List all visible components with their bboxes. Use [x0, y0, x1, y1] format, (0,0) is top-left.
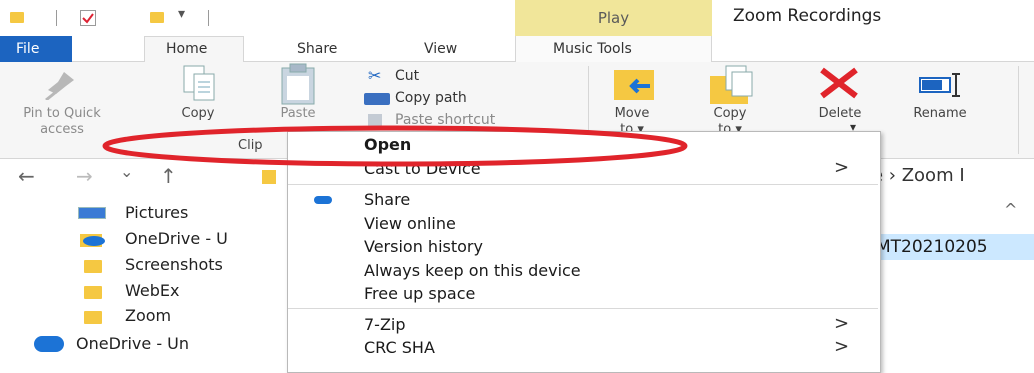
- customize-toolbar-icon[interactable]: ▾: [178, 6, 185, 22]
- menu-item-share[interactable]: Share: [364, 190, 410, 209]
- menu-item-free-up-space[interactable]: Free up space: [364, 284, 475, 303]
- menu-separator: [288, 184, 878, 185]
- menu-separator: [288, 308, 878, 309]
- copy-icon: [180, 64, 220, 108]
- menu-item-version-history[interactable]: Version history: [364, 237, 483, 256]
- move-to-icon: [612, 68, 656, 106]
- back-button[interactable]: ←: [18, 164, 35, 188]
- copy-to-icon: [708, 64, 756, 110]
- menu-item-open[interactable]: Open: [364, 135, 411, 154]
- menu-item-view-online[interactable]: View online: [364, 214, 456, 233]
- context-menu: Open Cast to Device > Share View online …: [287, 131, 881, 373]
- sidebar-item-webex[interactable]: WebEx: [125, 281, 179, 300]
- submenu-arrow-icon: >: [834, 157, 850, 178]
- delete-x-icon: [818, 66, 860, 104]
- folder-icon: [84, 260, 102, 273]
- folder-icon: [84, 311, 102, 324]
- cut-button[interactable]: Cut: [395, 68, 419, 84]
- recent-locations-button[interactable]: ⌄: [120, 162, 133, 181]
- rename-button[interactable]: Rename: [904, 106, 976, 121]
- sidebar-item-screenshots[interactable]: Screenshots: [125, 255, 223, 274]
- new-folder-icon[interactable]: [150, 12, 164, 23]
- copy-label[interactable]: Copy: [176, 106, 220, 121]
- tab-view[interactable]: View: [424, 41, 457, 57]
- separator: [208, 10, 209, 26]
- address-folder-icon: [262, 170, 276, 184]
- copy-path-button[interactable]: Copy path: [395, 90, 467, 106]
- submenu-arrow-icon: >: [834, 313, 850, 334]
- onedrive-cloud-icon: [34, 336, 64, 352]
- paste-shortcut-button[interactable]: Paste shortcut: [395, 112, 495, 128]
- sidebar-item-onedrive[interactable]: OneDrive - U: [125, 229, 228, 248]
- folder-icon: [84, 286, 102, 299]
- menu-item-always-keep[interactable]: Always keep on this device: [364, 261, 581, 280]
- copy-path-icon: [364, 93, 390, 105]
- clipboard-icon: [278, 62, 318, 110]
- address-bar-path[interactable]: e › Zoom I: [872, 165, 965, 186]
- onedrive-cloud-icon: [314, 196, 332, 204]
- menu-item-cast-to-device[interactable]: Cast to Device: [364, 159, 481, 178]
- paste-label[interactable]: Paste: [272, 106, 324, 121]
- paste-shortcut-icon: [368, 114, 382, 128]
- up-button[interactable]: ↑: [160, 164, 177, 188]
- properties-icon[interactable]: [80, 10, 96, 26]
- folder-icon[interactable]: [10, 12, 24, 23]
- tab-share[interactable]: Share: [297, 41, 337, 57]
- sort-caret-icon[interactable]: ^: [1004, 200, 1017, 219]
- pictures-icon: [78, 207, 106, 219]
- pin-label[interactable]: Pin to Quick: [14, 106, 110, 121]
- scissors-icon: ✂: [368, 66, 382, 85]
- play-tab-label[interactable]: Play: [515, 9, 712, 27]
- sidebar-item-zoom[interactable]: Zoom: [125, 306, 171, 325]
- separator: [56, 10, 57, 26]
- delete-button[interactable]: Delete: [810, 106, 870, 121]
- selected-file-row[interactable]: MT20210205: [872, 234, 1034, 260]
- pin-icon: [40, 66, 80, 104]
- sidebar-item-onedrive-2[interactable]: OneDrive - Un: [76, 334, 189, 353]
- copy-to-label[interactable]: Copy: [698, 106, 762, 121]
- tab-home[interactable]: Home: [166, 41, 207, 57]
- onedrive-folder-icon: [80, 232, 106, 252]
- tab-music-tools[interactable]: Music Tools: [553, 41, 632, 57]
- window-title: Zoom Recordings: [733, 6, 882, 26]
- move-to-label[interactable]: Move: [600, 106, 664, 121]
- pin-label-line2: access: [40, 122, 84, 137]
- forward-button[interactable]: →: [76, 164, 93, 188]
- menu-item-7zip[interactable]: 7-Zip: [364, 315, 406, 334]
- group-separator: [1018, 66, 1019, 154]
- submenu-arrow-icon: >: [834, 336, 850, 357]
- sidebar-item-pictures[interactable]: Pictures: [125, 203, 188, 222]
- tab-file[interactable]: File: [0, 36, 72, 62]
- clipboard-group-label: Clip: [238, 138, 263, 153]
- rename-icon: [918, 72, 964, 102]
